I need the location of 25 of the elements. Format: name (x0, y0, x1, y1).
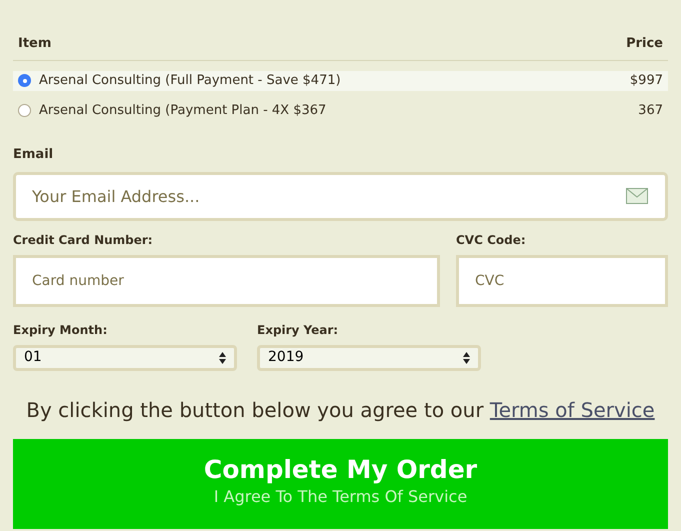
item-price: $997 (630, 72, 663, 90)
field-label: CVC Code: (456, 232, 527, 248)
dropdown[interactable]: 01 (13, 344, 237, 370)
plan-option[interactable]: Arsenal Consulting (Payment Plan - 4X $367 367 (13, 100, 668, 120)
field-label: Credit Card Number: (13, 232, 154, 248)
dropdown[interactable]: 2019 (257, 344, 481, 370)
terms-link[interactable]: Terms of Service (490, 398, 655, 422)
field-label: Expiry Year: (257, 322, 340, 338)
radio-button[interactable] (18, 74, 31, 87)
cvc-field[interactable]: CVC (456, 254, 668, 306)
item-price: 367 (638, 102, 663, 120)
up-down-caret-icon (219, 352, 226, 364)
column-header: Item (18, 35, 52, 53)
envelope-icon (626, 188, 648, 204)
item-name: Arsenal Consulting (Payment Plan - 4X $367 (39, 102, 328, 120)
email-field[interactable]: Your Email Address... (13, 172, 668, 220)
item-name: Arsenal Consulting (Full Payment - Save $471) (39, 72, 342, 90)
agreement-text: By clicking the button below you agree to our Terms of Service (26, 396, 655, 424)
up-down-caret-icon (463, 352, 470, 364)
column-header: Price (626, 35, 663, 53)
field-label: Email (13, 146, 54, 162)
field-label: Expiry Month: (13, 322, 108, 338)
plan-option[interactable]: Arsenal Consulting (Full Payment - Save $471) $997 (13, 70, 668, 90)
card-number-field[interactable]: Card number (13, 254, 440, 306)
radio-button[interactable] (18, 104, 31, 117)
